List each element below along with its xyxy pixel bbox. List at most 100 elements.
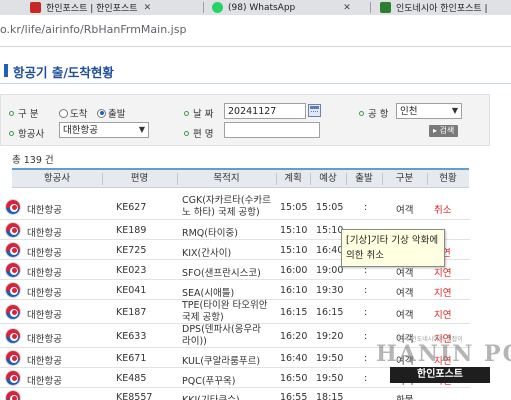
planned-time: 16:00 — [280, 265, 308, 276]
destination: KIX(간사이) — [182, 248, 232, 259]
expected-time: 18:15 — [316, 392, 344, 400]
destination: CGK(자카르타(수카르노 하타) 국제 공항) — [182, 195, 271, 218]
departure-radio[interactable]: 출발 — [97, 106, 125, 120]
destination: TPE(타이완 타오위안 국제 공항) — [182, 300, 268, 323]
date-label: 날 짜 — [184, 106, 214, 120]
close-icon[interactable]: ✕ — [343, 3, 351, 13]
search-panel: 구 분 도착 출발 날 짜 20241127 공 항 인천 ▼ 항공사 대한항공 ▼… — [0, 94, 490, 146]
expected-time: 15:10 — [316, 225, 344, 236]
flight-status[interactable]: 지연 — [434, 265, 451, 279]
destination: DPS(덴파사(응우라라이)) — [182, 324, 261, 347]
browser-tab-hanin[interactable]: 한인포스트 | 한인포스트 ✕ — [30, 0, 151, 15]
korean-air-logo-icon — [5, 262, 21, 278]
bullet-icon — [184, 130, 189, 136]
destination: PQC(푸꾸옥) — [182, 376, 236, 387]
address-bar[interactable]: o.kr/life/airinfo/RbHanFrmMain.jsp — [0, 15, 511, 47]
newspaper-icon — [30, 2, 41, 13]
site-icon — [380, 2, 391, 13]
destination: KUL(쿠알라룸푸르) — [182, 356, 261, 367]
bullet-icon — [9, 130, 14, 136]
actual-time: : — [364, 202, 368, 213]
expected-time: 15:05 — [316, 202, 344, 213]
arrival-radio[interactable]: 도착 — [59, 106, 87, 120]
planned-time: 16:50 — [280, 373, 308, 384]
flight-type: 여객 — [396, 268, 414, 279]
tab-label: 인도네시아 한인포스트 | — [396, 4, 488, 14]
bullet-icon — [184, 110, 189, 116]
column-header-departure: 출발 — [355, 173, 373, 184]
page-title: 항공기 출/도착현황 — [13, 65, 114, 80]
flight-status[interactable]: 지연 — [434, 285, 451, 299]
flight-status[interactable]: 취소 — [434, 202, 451, 216]
korean-air-logo-icon — [5, 304, 21, 320]
destination: RMQ(타이중) — [182, 228, 238, 239]
flight-input[interactable] — [224, 122, 320, 138]
flight-type: 여객 — [396, 205, 414, 216]
divider — [0, 83, 511, 84]
browser-tab-indonesia[interactable]: 인도네시아 한인포스트 | — [380, 0, 488, 15]
airline-name: 대한항공 — [27, 334, 62, 345]
korean-air-logo-icon — [5, 390, 21, 400]
korean-air-logo-icon — [5, 370, 21, 386]
bullet-icon — [359, 110, 364, 116]
destination: SFO(샌프란시스코) — [182, 268, 261, 279]
radio-selected-icon[interactable] — [97, 108, 106, 118]
radio-icon[interactable] — [59, 108, 68, 118]
close-icon[interactable]: ✕ — [144, 3, 152, 13]
airline-name: 대한항공 — [27, 268, 62, 279]
table-row[interactable]: KE8557 KKJ(기타큐슈) 16:55 18:15 화물 — [0, 388, 470, 400]
flight-number: KE725 — [116, 245, 147, 256]
expected-time: 19:50 — [316, 353, 344, 364]
expected-time: 16:15 — [316, 307, 344, 318]
korean-air-logo-icon — [5, 328, 21, 344]
table-row[interactable]: 대한항공 KE187 TPE(타이완 타오위안 국제 공항) 16:15 16:… — [0, 300, 470, 324]
airline-name: 대한항공 — [27, 248, 62, 259]
column-header-expected: 예상 — [319, 173, 337, 184]
flight-number: KE187 — [116, 307, 147, 318]
actual-time: : — [364, 331, 368, 342]
korean-air-logo-icon — [5, 199, 21, 215]
flight-type: 여객 — [396, 310, 414, 321]
status-tooltip: [기상]기타 기상 악화에 의한 취소 — [341, 229, 445, 267]
destination: KKJ(기타큐슈) — [182, 392, 240, 400]
actual-time: : — [364, 353, 368, 364]
expected-time: 19:00 — [316, 265, 344, 276]
planned-time: 15:10 — [280, 225, 308, 236]
result-count: 총 139 건 — [12, 155, 54, 166]
browser-tab-whatsapp[interactable]: (98) WhatsApp ✕ — [212, 0, 351, 15]
column-header-status: 현황 — [439, 173, 457, 184]
whatsapp-icon — [212, 2, 223, 13]
korean-air-logo-icon — [5, 282, 21, 298]
calendar-icon[interactable] — [308, 104, 321, 117]
flight-number: KE041 — [116, 285, 147, 296]
title-marker — [4, 64, 8, 77]
chevron-down-icon: ▼ — [138, 125, 145, 134]
watermark-logo: HANIN POS — [376, 341, 511, 367]
expected-time: 19:20 — [316, 331, 344, 342]
expected-time: 16:40 — [316, 245, 344, 256]
table-row[interactable]: 대한항공 KE627 CGK(자카르타(수카르노 하타) 국제 공항) 15:0… — [0, 194, 470, 220]
address-url[interactable]: o.kr/life/airinfo/RbHanFrmMain.jsp — [0, 23, 186, 36]
airport-label: 공 항 — [359, 106, 389, 120]
flight-status[interactable]: 지연 — [434, 307, 451, 321]
page-root: 한인포스트 | 한인포스트 ✕ (98) WhatsApp ✕ 인도네시아 한인… — [0, 0, 511, 400]
airline-name: 대한항공 — [27, 310, 62, 321]
airline-name: 대한항공 — [27, 376, 62, 387]
expected-time: 19:30 — [316, 285, 344, 296]
airline-label: 항공사 — [9, 126, 44, 140]
airline-name: 대한항공 — [27, 356, 62, 367]
flight-number: KE485 — [116, 373, 147, 384]
airline-name: 대한항공 — [27, 228, 62, 239]
search-button[interactable]: ▸ 검색 — [429, 125, 459, 137]
table-row[interactable]: 대한항공 KE041 SEA(시애틀) 16:10 19:30 : 여객 지연 — [0, 280, 470, 300]
date-input[interactable]: 20241127 — [224, 103, 306, 119]
airport-select[interactable]: 인천 ▼ — [396, 103, 462, 119]
actual-time: : — [364, 285, 368, 296]
tab-label: (98) WhatsApp — [228, 2, 296, 13]
column-header-flight: 편명 — [130, 173, 149, 184]
airline-select[interactable]: 대한항공 ▼ — [59, 122, 149, 138]
browser-tab-strip: 한인포스트 | 한인포스트 ✕ (98) WhatsApp ✕ 인도네시아 한인… — [0, 0, 511, 15]
bullet-icon — [9, 110, 14, 116]
column-header-plan: 계획 — [284, 173, 302, 184]
watermark-badge: 한인포스트 — [390, 367, 490, 383]
